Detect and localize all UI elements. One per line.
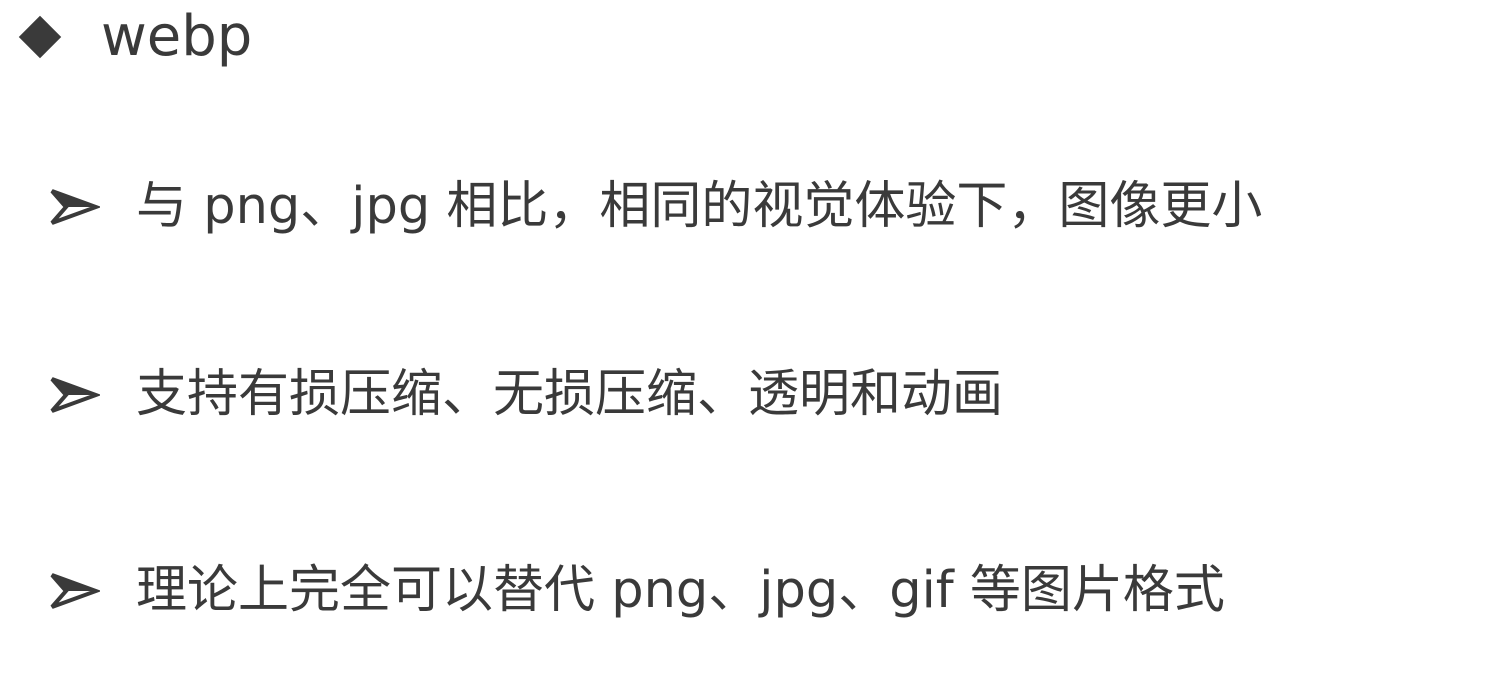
slide-heading: webp <box>14 2 252 72</box>
bullet-text: 与 png、jpg 相比，相同的视觉体验下，图像更小 <box>136 177 1263 236</box>
heading-text: webp <box>101 4 253 69</box>
arrowhead-icon <box>50 189 100 225</box>
arrowhead-icon <box>50 377 100 413</box>
diamond-icon <box>18 15 62 59</box>
bullet-text: 理论上完全可以替代 png、jpg、gif 等图片格式 <box>136 561 1225 620</box>
bullet-item: 与 png、jpg 相比，相同的视觉体验下，图像更小 <box>48 172 1262 242</box>
arrowhead-icon <box>50 573 100 609</box>
bullet-item: 理论上完全可以替代 png、jpg、gif 等图片格式 <box>48 556 1225 626</box>
bullet-item: 支持有损压缩、无损压缩、透明和动画 <box>48 360 1003 430</box>
bullet-text: 支持有损压缩、无损压缩、透明和动画 <box>136 365 1004 424</box>
